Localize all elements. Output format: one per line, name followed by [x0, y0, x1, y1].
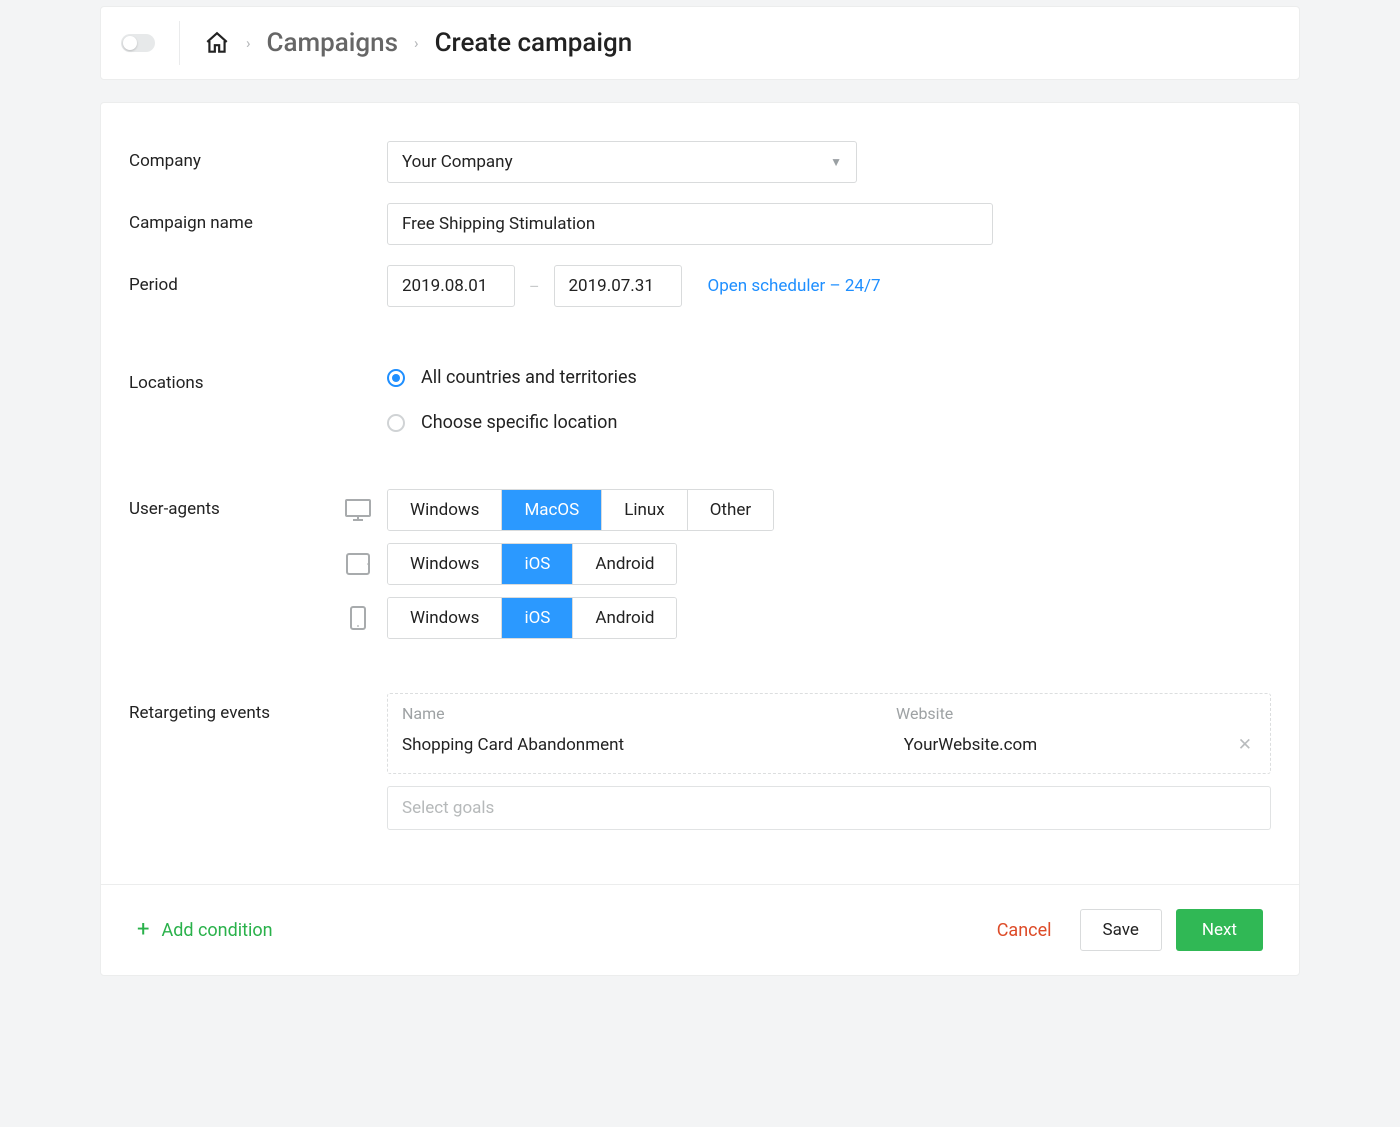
chevron-icon: › [414, 34, 419, 52]
ua-mobile-ios[interactable]: iOS [502, 598, 573, 638]
desktop-icon [343, 498, 373, 522]
caret-down-icon: ▼ [830, 155, 842, 169]
period-separator: – [529, 277, 540, 296]
breadcrumb-current: Create campaign [435, 28, 633, 58]
period-label: Period [129, 265, 387, 295]
events-table: Name Website Shopping Card Abandonment Y… [387, 693, 1271, 774]
locations-radio-specific-label: Choose specific location [421, 412, 617, 433]
ua-desktop-windows[interactable]: Windows [388, 490, 502, 530]
ua-mobile-windows[interactable]: Windows [388, 598, 502, 638]
plus-icon: + [137, 919, 149, 941]
ua-tablet-android[interactable]: Android [573, 544, 676, 584]
locations-label: Locations [129, 363, 387, 393]
sidebar-toggle[interactable] [121, 34, 155, 52]
page-header: › Campaigns › Create campaign [100, 6, 1300, 80]
event-row: Shopping Card Abandonment YourWebsite.co… [388, 725, 1270, 773]
events-header-website: Website [896, 704, 1256, 723]
add-condition-link[interactable]: + Add condition [137, 919, 273, 941]
event-remove-icon[interactable]: ✕ [1234, 731, 1256, 759]
add-condition-label: Add condition [161, 920, 272, 941]
ua-desktop-segment: Windows MacOS Linux Other [387, 489, 774, 531]
company-select-value: Your Company [402, 152, 513, 172]
ua-desktop-other[interactable]: Other [688, 490, 773, 530]
mobile-icon [343, 605, 373, 631]
company-label: Company [129, 141, 387, 171]
events-header-name: Name [402, 704, 896, 723]
breadcrumb-parent[interactable]: Campaigns [267, 28, 399, 58]
ua-mobile-segment: Windows iOS Android [387, 597, 677, 639]
radio-icon [387, 414, 405, 432]
event-name: Shopping Card Abandonment [402, 735, 904, 755]
save-button[interactable]: Save [1080, 909, 1162, 951]
home-icon[interactable] [204, 30, 230, 56]
radio-icon [387, 369, 405, 387]
locations-radio-all[interactable]: All countries and territories [387, 367, 1271, 388]
ua-tablet-segment: Windows iOS Android [387, 543, 677, 585]
ua-desktop-linux[interactable]: Linux [602, 490, 687, 530]
tablet-icon [343, 552, 373, 576]
breadcrumb: › Campaigns › Create campaign [204, 28, 632, 58]
cancel-button[interactable]: Cancel [997, 920, 1052, 941]
locations-radio-specific[interactable]: Choose specific location [387, 412, 1271, 433]
ua-tablet-ios[interactable]: iOS [502, 544, 573, 584]
ua-desktop-macos[interactable]: MacOS [502, 490, 602, 530]
campaign-name-label: Campaign name [129, 203, 387, 233]
company-select[interactable]: Your Company ▼ [387, 141, 857, 183]
chevron-icon: › [246, 34, 251, 52]
ua-tablet-windows[interactable]: Windows [388, 544, 502, 584]
locations-radio-all-label: All countries and territories [421, 367, 637, 388]
divider [179, 21, 180, 65]
period-end-input[interactable] [554, 265, 682, 307]
form-footer: + Add condition Cancel Save Next [101, 884, 1299, 975]
period-start-input[interactable] [387, 265, 515, 307]
events-label: Retargeting events [129, 693, 387, 723]
goals-select-input[interactable] [387, 786, 1271, 830]
campaign-form-card: Company Your Company ▼ Campaign name Per… [100, 102, 1300, 976]
event-website: YourWebsite.com [904, 735, 1234, 755]
open-scheduler-link[interactable]: Open scheduler – 24/7 [708, 276, 881, 296]
next-button[interactable]: Next [1176, 909, 1263, 951]
campaign-name-input[interactable] [387, 203, 993, 245]
ua-mobile-android[interactable]: Android [573, 598, 676, 638]
